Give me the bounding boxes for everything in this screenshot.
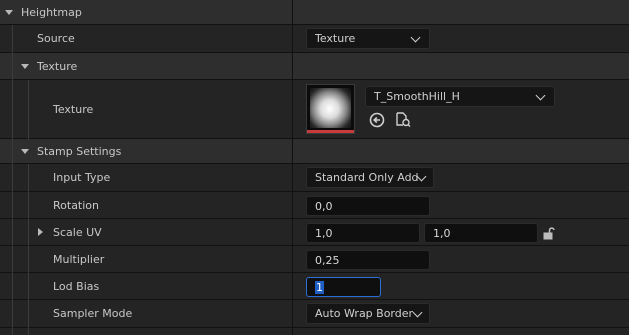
scale-v-field[interactable]: 1,0 [424,223,538,243]
row-multiplier: Multiplier 0,25 [0,246,629,273]
row-scale-uv: Scale UV 1,0 1,0 [0,219,629,246]
combo-value: Standard Only Add [315,171,419,184]
collapse-arrow-icon[interactable] [5,10,13,15]
input-type-combo[interactable]: Standard Only Add [306,167,434,188]
field-value: 0,25 [315,253,340,267]
property-label: Multiplier [53,252,105,266]
lod-bias-field[interactable]: 1 [306,277,381,297]
column-splitter[interactable] [292,0,293,335]
asset-name: T_SmoothHill_H [374,90,460,103]
field-value: 0,0 [315,199,333,213]
row-rotation: Rotation 0,0 [0,192,629,219]
field-value: 1,0 [433,226,451,240]
chevron-down-icon [410,32,421,43]
details-panel: Heightmap Source Texture Texture Texture… [0,0,629,335]
row-source: Source Texture [0,25,629,53]
expand-arrow-icon[interactable] [38,228,43,236]
row-input-type: Input Type Standard Only Add [0,164,629,192]
browse-to-asset-icon[interactable] [395,111,411,127]
sampler-mode-combo[interactable]: Auto Wrap Border [306,303,430,324]
use-selected-asset-icon[interactable] [369,112,385,128]
indent-guide [12,25,13,335]
lock-icon[interactable] [542,226,556,240]
chevron-down-icon [412,307,423,318]
field-value: 1,0 [315,226,333,240]
collapse-arrow-icon[interactable] [21,64,29,69]
indent-guide [28,80,29,139]
row-lod-bias: Lod Bias 1 [0,273,629,300]
row-sampler-mode: Sampler Mode Auto Wrap Border [0,300,629,328]
scale-u-field[interactable]: 1,0 [306,223,420,243]
asset-type-bar [307,130,354,133]
rotation-field[interactable]: 0,0 [306,196,430,216]
property-label: Texture [53,102,94,116]
indent-guide [28,164,29,335]
selected-text: 1 [315,280,324,294]
combo-value: Auto Wrap Border [315,307,414,320]
source-combo[interactable]: Texture [306,28,430,49]
chevron-down-icon [535,90,546,101]
property-label: Source [37,32,75,45]
property-label: Scale UV [53,225,102,239]
property-label: Input Type [53,171,111,184]
category-stamp-settings[interactable]: Stamp Settings [0,139,629,164]
property-label: Lod Bias [53,279,100,293]
row-spacer [0,328,629,335]
property-label: Sampler Mode [53,307,133,320]
category-label: Heightmap [21,5,82,19]
texture-preview-image [310,88,351,128]
multiplier-field[interactable]: 0,25 [306,250,430,270]
property-label: Rotation [53,198,100,212]
combo-value: Texture [315,32,356,45]
collapse-arrow-icon[interactable] [21,149,29,154]
category-texture[interactable]: Texture [0,53,629,80]
texture-asset-picker[interactable]: T_SmoothHill_H [365,86,555,107]
category-label: Stamp Settings [37,144,122,158]
category-label: Texture [37,59,78,73]
texture-thumbnail[interactable] [306,84,355,134]
category-heightmap[interactable]: Heightmap [0,0,629,25]
